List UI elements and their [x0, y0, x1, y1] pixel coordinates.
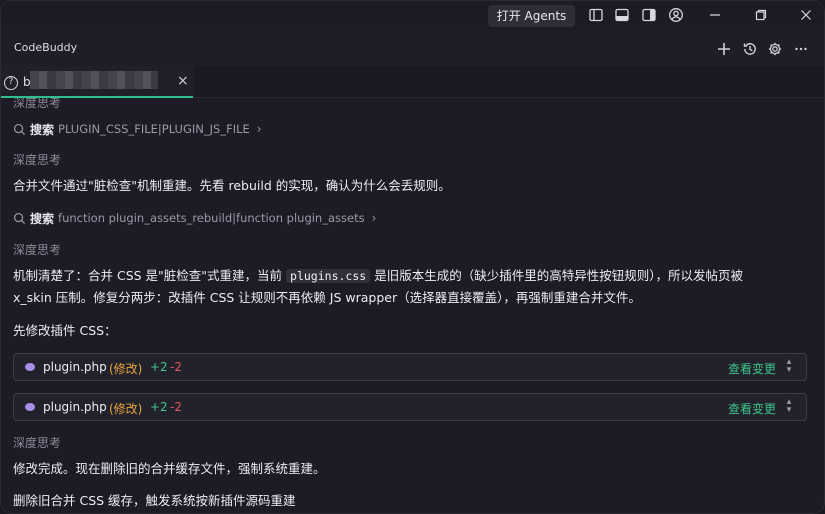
search-step[interactable]: 搜索 PLUGIN_CSS_FILE|PLUGIN_JS_FILE › — [13, 121, 262, 137]
lines-added: +2 — [150, 400, 168, 414]
file-name: plugin.php — [43, 360, 107, 374]
message-paragraph: 删除旧合并 CSS 缓存，触发系统按新插件源码重建 — [13, 493, 296, 508]
paragraph-text: x_skin 压制。修复分两步：改插件 CSS 让规则不再依赖 JS wrapp… — [13, 290, 641, 305]
restore-icon[interactable] — [753, 7, 769, 23]
toggle-primary-sidebar-icon[interactable] — [588, 7, 604, 23]
panel-header: CodeBuddy — [1, 31, 824, 66]
message-paragraph: 修改完成。现在删除旧的合并缓存文件，强制系统重建。 — [13, 461, 326, 476]
expand-collapse-icon[interactable]: ▴ ▾ — [783, 358, 795, 376]
search-step[interactable]: 搜索 function plugin_assets_rebuild|functi… — [13, 210, 376, 226]
file-change-card[interactable]: plugin.php (修改) +2 -2 查看变更 ▴ ▾ — [13, 353, 807, 381]
open-agents-button[interactable]: 打开 Agents — [488, 5, 575, 27]
help-circle-icon: ? — [4, 76, 18, 90]
deep-thinking-label[interactable]: 深度思考 — [13, 98, 61, 111]
lines-removed: -2 — [170, 360, 182, 374]
settings-gear-icon[interactable] — [767, 41, 783, 57]
search-query: PLUGIN_CSS_FILE|PLUGIN_JS_FILE — [58, 122, 250, 136]
lines-removed: -2 — [170, 400, 182, 414]
expand-collapse-icon[interactable]: ▴ ▾ — [783, 398, 795, 416]
chevron-right-icon: › — [256, 122, 262, 136]
deep-thinking-label[interactable]: 深度思考 — [13, 151, 61, 168]
account-icon[interactable] — [668, 7, 684, 23]
message-paragraph: 合并文件通过"脏检查"机制重建。先看 rebuild 的实现，确认为什么会丢规则… — [13, 178, 451, 193]
chat-tab[interactable]: ? b × — [1, 66, 193, 98]
paragraph-text: 是旧版本生成的（缺少插件里的高特异性按钮规则），所以发帖页被 — [374, 268, 743, 283]
more-options-icon[interactable] — [793, 41, 809, 57]
deep-thinking-label[interactable]: 深度思考 — [13, 434, 61, 451]
close-window-icon[interactable] — [798, 7, 814, 23]
minimize-icon[interactable] — [707, 7, 723, 23]
message-paragraph: 先修改插件 CSS： — [13, 323, 117, 338]
search-icon — [13, 123, 26, 136]
file-status: (修改) — [109, 402, 143, 416]
file-change-card[interactable]: plugin.php (修改) +2 -2 查看变更 ▴ ▾ — [13, 393, 807, 421]
search-query: function plugin_assets_rebuild|function … — [58, 211, 365, 225]
toggle-panel-icon[interactable] — [614, 7, 630, 23]
app-window: 打开 Agents CodeBuddy ? b × 深度思考 搜索 PLUGIN… — [0, 0, 825, 514]
paragraph-text: 机制清楚了：合并 CSS 是"脏检查"式重建，当前 — [13, 268, 283, 283]
search-label: 搜索 — [30, 122, 55, 137]
redacted-tab-title — [30, 71, 158, 89]
tab-close-icon[interactable]: × — [177, 73, 189, 89]
chevron-right-icon: › — [371, 211, 377, 225]
search-label: 搜索 — [30, 211, 55, 226]
view-changes-link[interactable]: 查看变更 — [728, 360, 776, 377]
title-bar: 打开 Agents — [1, 1, 824, 31]
app-title: CodeBuddy — [14, 41, 78, 54]
search-icon — [13, 212, 26, 225]
file-name: plugin.php — [43, 400, 107, 414]
toggle-secondary-sidebar-icon[interactable] — [641, 7, 657, 23]
php-file-icon — [25, 403, 35, 411]
view-changes-link[interactable]: 查看变更 — [728, 400, 776, 417]
history-icon[interactable] — [742, 41, 758, 57]
inline-code: plugins.css — [286, 269, 371, 283]
deep-thinking-label[interactable]: 深度思考 — [13, 241, 61, 258]
new-chat-icon[interactable] — [716, 41, 732, 57]
lines-added: +2 — [150, 360, 168, 374]
message-paragraph: 机制清楚了：合并 CSS 是"脏检查"式重建，当前 plugins.css 是旧… — [13, 265, 803, 308]
chat-content: 深度思考 搜索 PLUGIN_CSS_FILE|PLUGIN_JS_FILE ›… — [1, 98, 824, 513]
file-status: (修改) — [109, 362, 143, 376]
php-file-icon — [25, 363, 35, 371]
tab-bar: ? b × — [1, 66, 824, 98]
